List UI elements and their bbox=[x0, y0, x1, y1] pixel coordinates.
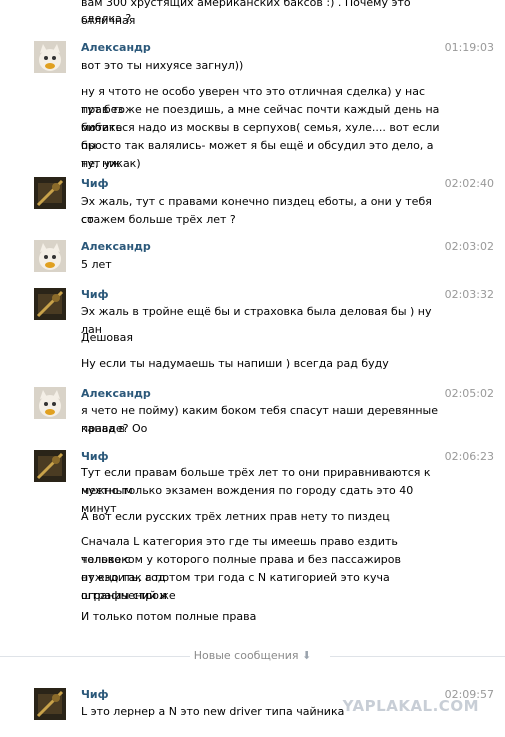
message-time[interactable]: 01:19:03 bbox=[445, 41, 494, 55]
message-time[interactable]: 02:05:02 bbox=[445, 387, 494, 401]
new-messages-label: Новые сообщения bbox=[193, 649, 299, 662]
author-name[interactable]: Чиф bbox=[81, 450, 109, 464]
message-time[interactable]: 02:03:02 bbox=[445, 240, 494, 254]
message-text: Ну если ты надумаешь ты напиши ) всегда … bbox=[81, 357, 389, 370]
message-text: 5 лет bbox=[81, 258, 112, 271]
message-time[interactable]: 02:02:40 bbox=[445, 177, 494, 191]
dark-avatar[interactable] bbox=[34, 288, 66, 320]
cat-avatar[interactable] bbox=[34, 387, 66, 419]
author-name[interactable]: Александр bbox=[81, 240, 151, 254]
new-messages-divider[interactable]: Новые сообщения ⬇︎ bbox=[0, 649, 505, 663]
message-time[interactable]: 02:06:23 bbox=[445, 450, 494, 464]
message-time[interactable]: 02:03:32 bbox=[445, 288, 494, 302]
author-name[interactable]: Чиф bbox=[81, 177, 109, 191]
message-text: Дешовая bbox=[81, 331, 133, 344]
author-name[interactable]: Александр bbox=[81, 41, 151, 55]
message-text: И только потом полные права bbox=[81, 610, 257, 623]
author-name[interactable]: Чиф bbox=[81, 288, 109, 302]
dark-avatar[interactable] bbox=[34, 688, 66, 720]
message-text: вот это ты нихуясе загнул)) bbox=[81, 59, 244, 72]
message-text: сделка ? bbox=[81, 12, 132, 25]
cat-avatar[interactable] bbox=[34, 240, 66, 272]
message-text: канаде? Оо bbox=[81, 422, 148, 435]
author-name[interactable]: Чиф bbox=[81, 688, 109, 702]
dark-avatar[interactable] bbox=[34, 177, 66, 209]
message-text: штрафы строже bbox=[81, 589, 176, 602]
cat-avatar[interactable] bbox=[34, 41, 66, 73]
watermark-logo: YAPLAKAL.COM bbox=[342, 697, 479, 715]
message-text: стажем больше трёх лет ? bbox=[81, 213, 236, 226]
arrow-down-icon: ⬇︎ bbox=[302, 649, 312, 662]
dark-avatar[interactable] bbox=[34, 450, 66, 482]
message-text: не, никак) bbox=[81, 157, 141, 170]
message-text: А вот если русских трёх летних прав нету… bbox=[81, 510, 390, 523]
author-name[interactable]: Александр bbox=[81, 387, 151, 401]
